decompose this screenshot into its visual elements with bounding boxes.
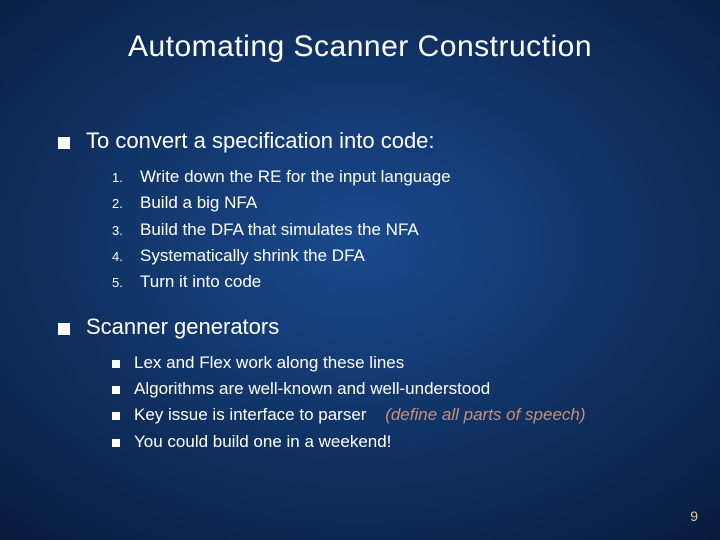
item-number: 2.	[112, 194, 140, 214]
square-bullet-icon	[112, 412, 120, 420]
item-number: 3.	[112, 221, 140, 241]
list-item: 2. Build a big NFA	[112, 190, 680, 216]
ordered-sublist: 1. Write down the RE for the input langu…	[112, 164, 680, 296]
square-bullet-icon	[58, 137, 70, 149]
item-text: Build a big NFA	[140, 190, 257, 216]
item-text: Lex and Flex work along these lines	[134, 350, 404, 376]
bullet-scanner-generators: Scanner generators	[58, 314, 680, 340]
list-item: Key issue is interface to parser (define…	[112, 402, 680, 428]
item-text: Algorithms are well-known and well-under…	[134, 376, 490, 402]
item-text: Key issue is interface to parser	[134, 405, 366, 424]
list-item: 1. Write down the RE for the input langu…	[112, 164, 680, 190]
heading-text: Scanner generators	[86, 314, 279, 340]
square-bullet-icon	[58, 323, 70, 335]
item-number: 1.	[112, 168, 140, 188]
item-number: 5.	[112, 273, 140, 293]
item-text: You could build one in a weekend!	[134, 429, 391, 455]
square-bullet-icon	[112, 360, 120, 368]
item-text: Systematically shrink the DFA	[140, 243, 365, 269]
item-text: Build the DFA that simulates the NFA	[140, 217, 419, 243]
square-bullet-icon	[112, 439, 120, 447]
slide-title: Automating Scanner Construction	[0, 30, 720, 64]
item-text: Turn it into code	[140, 269, 261, 295]
bullet-sublist: Lex and Flex work along these lines Algo…	[112, 350, 680, 455]
slide: Automating Scanner Construction To conve…	[0, 0, 720, 540]
heading-text: To convert a specification into code:	[86, 128, 435, 154]
page-number: 9	[690, 508, 698, 524]
list-item: 3. Build the DFA that simulates the NFA	[112, 217, 680, 243]
list-item: You could build one in a weekend!	[112, 429, 680, 455]
list-item: Lex and Flex work along these lines	[112, 350, 680, 376]
item-number: 4.	[112, 247, 140, 267]
slide-content: To convert a specification into code: 1.…	[58, 128, 680, 455]
bullet-convert-spec: To convert a specification into code:	[58, 128, 680, 154]
list-item: 4. Systematically shrink the DFA	[112, 243, 680, 269]
item-paren: (define all parts of speech)	[385, 405, 585, 424]
square-bullet-icon	[112, 386, 120, 394]
item-text: Write down the RE for the input language	[140, 164, 451, 190]
list-item: 5. Turn it into code	[112, 269, 680, 295]
list-item: Algorithms are well-known and well-under…	[112, 376, 680, 402]
